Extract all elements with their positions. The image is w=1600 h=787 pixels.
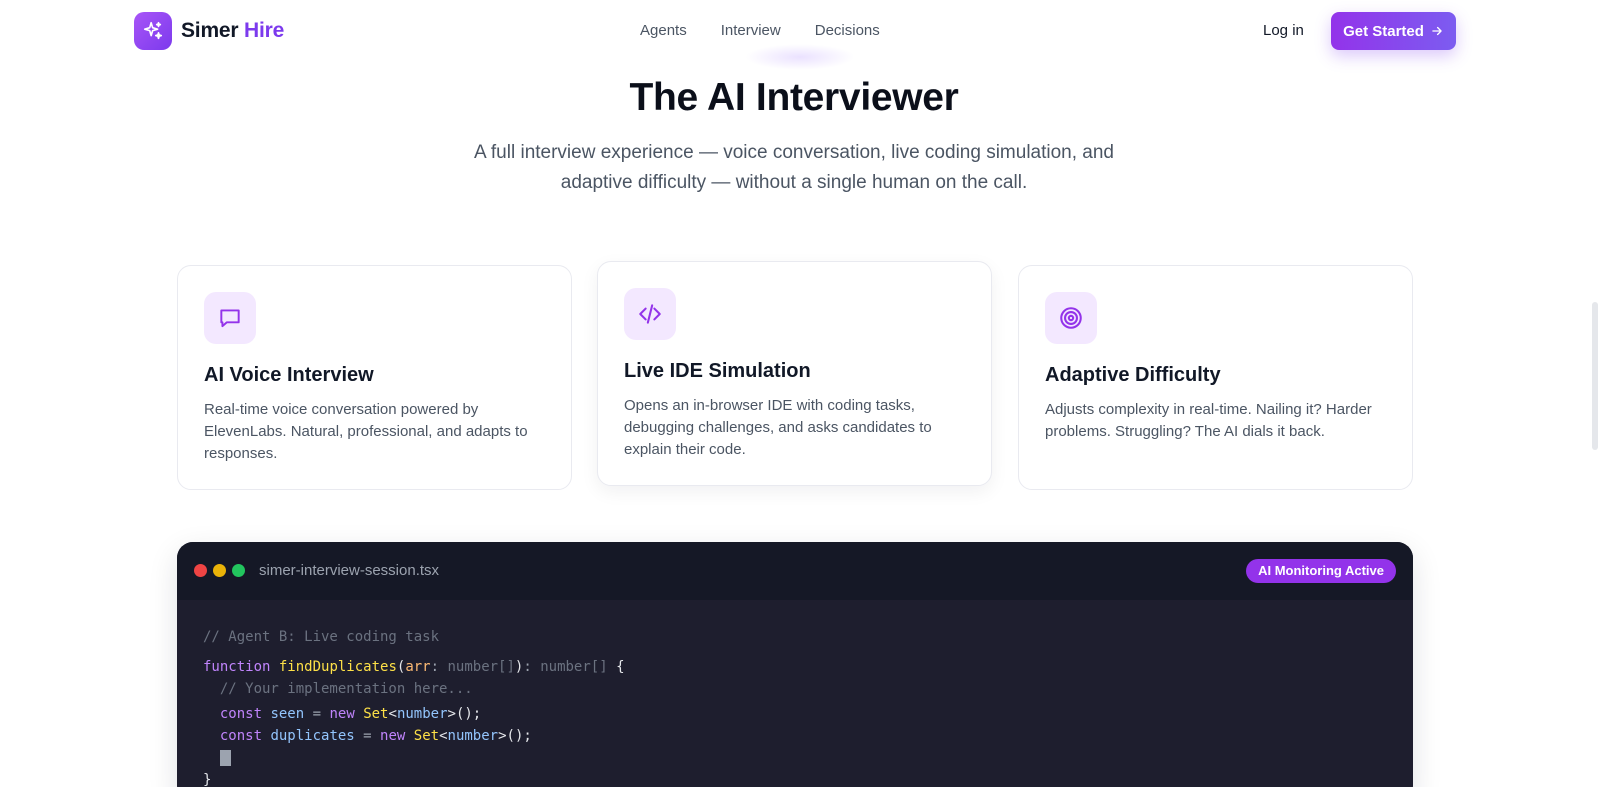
target-icon [1045,292,1097,344]
feature-title: AI Voice Interview [204,364,374,386]
code-token: arr [405,659,431,675]
code-token: const [219,706,263,722]
code-token: duplicates [270,728,355,744]
code-line [203,747,625,769]
brand-name-primary: Simer [181,19,239,42]
code-line: // Your implementation here... [203,678,625,700]
nav-link-interview[interactable]: Interview [721,22,781,39]
code-line: function findDuplicates(arr: number[]): … [203,659,625,675]
code-token: Set [363,706,389,722]
monitoring-badge: AI Monitoring Active [1246,559,1396,583]
code-token: number[] [447,659,515,675]
code-token: function [203,659,271,675]
feature-description: Adjusts complexity in real-time. Nailing… [1045,401,1372,440]
page-title: The AI Interviewer [629,76,959,119]
code-token: Set [413,728,440,744]
code-token: findDuplicates [278,659,397,675]
maximize-dot-icon[interactable] [232,564,245,577]
arrow-right-icon [1432,26,1442,36]
feature-card-adaptive: Adaptive Difficulty Adjusts complexity i… [1018,265,1413,490]
code-token: const [219,728,263,744]
sparkle-icon [134,12,172,50]
get-started-label: Get Started [1343,22,1424,40]
page-subtitle: A full interview experience — voice conv… [474,142,1114,193]
feature-title: Live IDE Simulation [624,360,811,382]
code-line: const seen = new Set<number>(); [219,706,482,722]
login-link[interactable]: Log in [1263,22,1304,39]
feature-title: Adaptive Difficulty [1045,364,1221,386]
code-token: new [380,728,406,744]
code-icon [624,288,676,340]
feature-description: Opens an in-browser IDE with coding task… [624,397,932,458]
code-token: seen [270,706,305,722]
chat-bubble-icon [204,292,256,344]
brand-name-accent: Hire [244,19,285,42]
code-token: number[] [540,659,608,675]
code-token: number [396,706,448,722]
code-line: // Agent B: Live coding task [203,629,440,645]
brand[interactable]: Simer Hire [134,12,284,50]
feature-description: Real-time voice conversation powered by … [204,401,528,462]
nav-glow [745,44,855,70]
code-line: const duplicates = new Set<number>(); [219,728,532,744]
minimize-dot-icon[interactable] [213,564,226,577]
nav-links: Agents Interview Decisions [640,22,880,39]
close-dot-icon[interactable] [194,564,207,577]
code-body[interactable]: // Agent B: Live coding task function fi… [203,626,625,787]
code-token: // Your implementation here... [219,681,473,697]
get-started-button[interactable]: Get Started [1331,12,1456,50]
feature-card-ide: Live IDE Simulation Opens an in-browser … [597,261,992,486]
page-scrollbar[interactable] [1592,302,1598,450]
code-editor-window: simer-interview-session.tsx AI Monitorin… [177,542,1413,787]
top-navbar: Simer Hire Agents Interview Decisions Lo… [0,0,1600,70]
nav-link-agents[interactable]: Agents [640,22,687,39]
editor-titlebar: simer-interview-session.tsx AI Monitorin… [177,542,1413,600]
text-cursor [219,750,231,766]
feature-card-voice: AI Voice Interview Real-time voice conve… [177,265,572,490]
code-line: } [203,772,212,787]
code-token: number [447,728,499,744]
brand-name: Simer Hire [181,19,284,43]
editor-filename: simer-interview-session.tsx [259,562,440,579]
nav-link-decisions[interactable]: Decisions [815,22,880,39]
code-token: new [329,706,355,722]
